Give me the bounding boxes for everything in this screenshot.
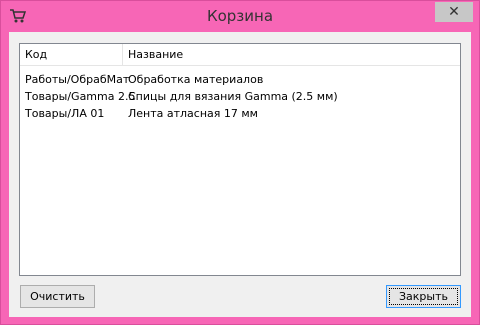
item-code: Работы/ОбрабМат	[25, 73, 130, 86]
title-bar[interactable]: Корзина ✕	[1, 1, 479, 32]
list-item[interactable]: Товары/ЛА 01 Лента атласная 17 мм	[20, 105, 460, 122]
list-header: Код Название	[20, 44, 460, 66]
cart-list[interactable]: Код Название Работы/ОбрабМат Обработка м…	[19, 43, 461, 276]
list-item[interactable]: Работы/ОбрабМат Обработка материалов	[20, 71, 460, 88]
column-header-code[interactable]: Код	[20, 44, 123, 65]
dialog-body: Код Название Работы/ОбрабМат Обработка м…	[9, 32, 471, 317]
cart-window: Корзина ✕ Код Название Работы/ОбрабМат О…	[0, 0, 480, 325]
list-rows: Работы/ОбрабМат Обработка материалов Тов…	[20, 71, 460, 122]
window-close-button[interactable]: ✕	[435, 2, 473, 22]
close-icon: ✕	[448, 4, 460, 20]
item-name: Лента атласная 17 мм	[128, 107, 258, 120]
item-code: Товары/Gamma 2.5	[25, 90, 136, 103]
item-name: Обработка материалов	[128, 73, 264, 86]
window-title: Корзина	[206, 7, 274, 25]
column-header-name[interactable]: Название	[123, 44, 460, 65]
clear-button[interactable]: Очистить	[20, 285, 95, 308]
list-item[interactable]: Товары/Gamma 2.5 Спицы для вязания Gamma…	[20, 88, 460, 105]
close-button[interactable]: Закрыть	[386, 285, 461, 308]
item-name: Спицы для вязания Gamma (2.5 мм)	[128, 90, 338, 103]
item-code: Товары/ЛА 01	[25, 107, 105, 120]
